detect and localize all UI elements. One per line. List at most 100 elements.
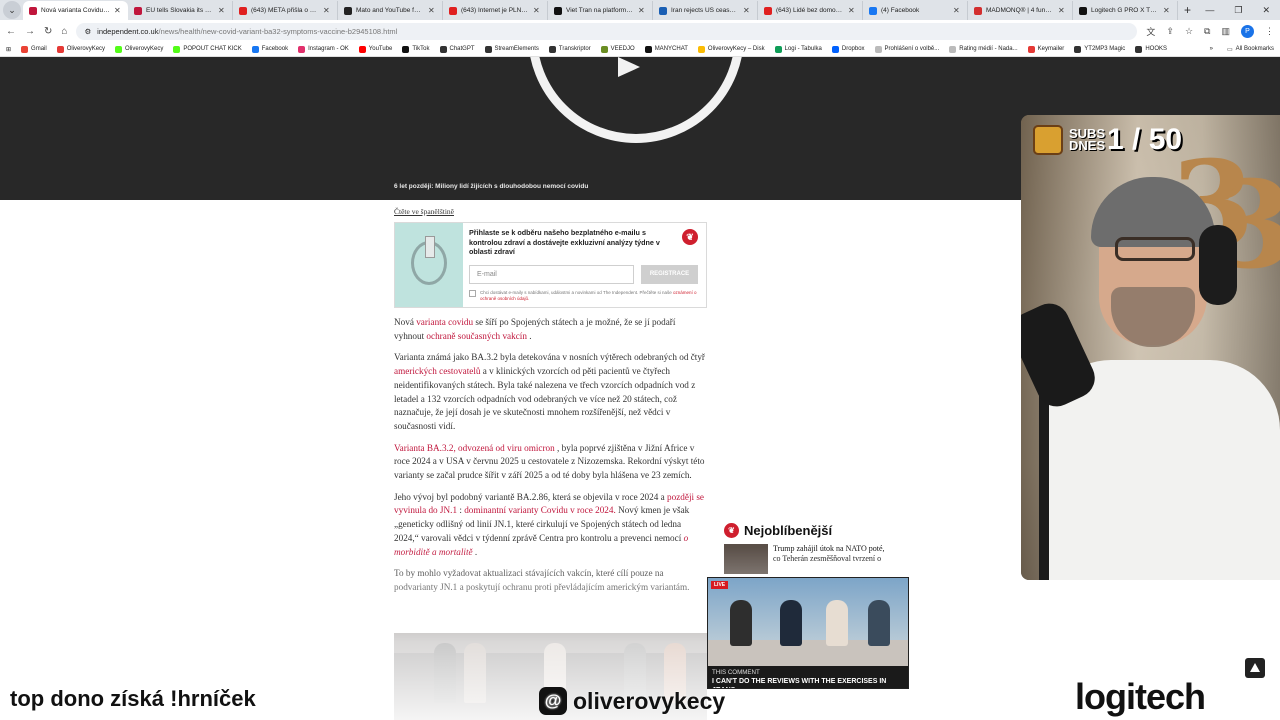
popular-item-thumbnail[interactable] [724,544,768,574]
bookmark-item[interactable]: YouTube [358,45,392,53]
bookmark-item[interactable]: POPOUT CHAT KICK [173,45,242,53]
bookmark-label: StreamElements [494,46,539,52]
bookmark-item[interactable]: ChatGPT [439,45,475,53]
browser-tab[interactable]: Iran rejects US ceasefire p ✕ [653,1,758,20]
bookmark-item[interactable]: OliverovyKecy [56,45,105,53]
tab-close-icon[interactable]: ✕ [848,6,856,15]
tab-title: Viet Tran na platformě X: [566,7,634,14]
bookmark-favicon-icon [115,45,123,53]
sidepanel-icon[interactable]: ▥ [1221,26,1230,37]
bookmark-item[interactable]: Gmail [21,45,47,53]
bookmark-item[interactable]: Rating médií - Nada... [949,45,1018,53]
browser-tab[interactable]: Viet Tran na platformě X: ✕ [548,1,653,20]
threads-handle-text: oliverovykecy [573,687,726,714]
consent-checkbox[interactable] [469,289,476,297]
share-icon[interactable]: ⇪ [1166,26,1174,37]
register-button[interactable]: REGISTRACE [641,264,698,284]
bookmark-item[interactable]: MANYCHAT [644,45,688,53]
browser-tab[interactable]: (643) META přišla o 70 00 ✕ [233,1,338,20]
bookmark-item[interactable]: TikTok [402,45,430,53]
profile-avatar[interactable]: P [1241,24,1254,38]
bookmark-item[interactable]: VEEDJO [600,45,635,53]
reload-icon[interactable]: ↻ [44,26,52,37]
close-window-icon[interactable]: ✕ [1262,1,1270,20]
translate-icon[interactable]: 文 [1146,25,1155,38]
american-travelers-link[interactable]: amerických cestovatelů [394,366,480,376]
bookmark-item[interactable]: Instagram - OK [298,45,349,53]
bookmark-item[interactable]: Keymailer [1027,45,1064,53]
tab-close-icon[interactable]: ✕ [114,6,122,15]
tab-close-icon[interactable]: ✕ [953,6,961,15]
bookmark-favicon-icon [439,45,447,53]
covid-variant-link[interactable]: varianta covidu [416,317,473,327]
email-field[interactable]: E-mail [469,264,634,284]
all-bookmarks[interactable]: ▭ All Bookmarks [1227,46,1274,53]
dominant-variant-link[interactable]: dominantní varianty Covidu v roce 2024. [464,505,616,515]
tab-close-icon[interactable]: ✕ [218,6,226,15]
bookmark-item[interactable]: StreamElements [484,45,539,53]
bookmark-item[interactable]: Transkriptor [548,45,591,53]
back-icon[interactable]: ← [6,26,16,37]
text: . [472,546,478,557]
bookmark-item[interactable]: Logi - Tabulka [774,45,822,53]
tab-close-icon[interactable]: ✕ [1163,6,1171,15]
webcam-overlay: 3 3 SUBS DNES 1 / 50 [1021,115,1280,580]
tab-title: (4) Facebook [881,7,920,14]
bookmark-item[interactable]: OliverovyKecy [115,45,163,53]
bookmark-item[interactable]: HOOKS [1135,45,1167,53]
browser-tab[interactable]: EU tells Slovakia its plan t ✕ [128,1,233,20]
tab-close-icon[interactable]: ✕ [743,6,751,15]
tab-favicon-icon [134,6,142,15]
site-info-icon[interactable]: ⚙ [84,27,91,36]
menu-icon[interactable]: ⋮ [1265,26,1274,37]
window-controls: — ❐ ✕ [1205,1,1280,20]
play-icon[interactable] [618,57,640,77]
bookmark-item[interactable]: Prohlášení o volbě... [874,45,939,53]
bookmark-star-icon[interactable]: ☆ [1185,26,1193,37]
bookmark-item[interactable]: YT2MP3 Magic [1074,45,1125,53]
ba32-omicron-link[interactable]: Varianta BA.3.2, odvozená od viru omicro… [394,443,555,453]
browser-tab[interactable]: Nová varianta Covidu by se ✕ [23,1,128,20]
logitech-logo: logitech [1075,676,1206,717]
tab-close-icon[interactable]: ✕ [428,6,436,15]
subs-counter: SUBS DNES 1 / 50 [1033,123,1182,157]
bookmark-favicon-icon [644,45,652,53]
apps-icon[interactable]: ⊞ [6,46,11,53]
vaccine-protection-link[interactable]: ochraně současných vakcín [426,331,527,341]
url-domain: independent.co.uk [97,26,159,36]
bookmark-item[interactable]: Dropbox [831,45,865,53]
bookmark-label: Facebook [261,46,289,52]
forward-icon[interactable]: → [25,26,35,37]
tab-favicon-icon [1079,6,1087,15]
tab-favicon-icon [974,6,982,15]
scroll-to-top-button[interactable] [1245,658,1265,678]
more-bookmarks-icon[interactable]: » [1210,46,1213,53]
tab-search-button[interactable]: ⌄ [3,1,21,19]
maximize-icon[interactable]: ❐ [1234,1,1242,20]
extensions-icon[interactable]: ⧉ [1204,26,1210,37]
browser-tab[interactable]: Mato and YouTube found ✕ [338,1,443,20]
all-bookmarks-label: All Bookmarks [1235,46,1274,52]
new-tab-button[interactable]: + [1178,1,1197,20]
browser-tab[interactable]: (4) Facebook ✕ [863,1,968,20]
browser-tab[interactable]: (643) Lidé bez domova v ✕ [758,1,863,20]
minimize-icon[interactable]: — [1205,1,1214,20]
tab-close-icon[interactable]: ✕ [1058,6,1066,15]
popular-item-title[interactable]: Trump zahájil útok na NATO poté, co Tehe… [773,544,894,574]
browser-tab[interactable]: (643) Internet je PLNÝ ÚČ ✕ [443,1,548,20]
browser-tab[interactable]: MADMONQ® | 4 funkční ✕ [968,1,1073,20]
bookmark-item[interactable]: OliverovyKecy – Disk [697,45,765,53]
bookmarks-bar: ⊞ Gmail OliverovyKecy OliverovyKecy POPOUT … [0,42,1280,57]
read-in-spanish-link[interactable]: Čtěte ve španělštině [394,207,707,216]
home-icon[interactable]: ⌂ [61,26,67,37]
tab-close-icon[interactable]: ✕ [533,6,541,15]
popular-item[interactable]: Trump zahájil útok na NATO poté, co Tehe… [724,544,894,574]
browser-tab[interactable]: Logitech G PRO X TKL LIG ✕ [1073,1,1178,20]
address-bar[interactable]: ⚙ independent.co.uk/news/health/new-covi… [76,22,1138,40]
bookmark-item[interactable]: Facebook [251,45,289,53]
tab-close-icon[interactable]: ✕ [638,6,646,15]
tab-favicon-icon [554,6,562,15]
bookmark-label: POPOUT CHAT KICK [183,46,242,52]
tab-close-icon[interactable]: ✕ [323,6,331,15]
bookmark-favicon-icon [173,45,181,53]
